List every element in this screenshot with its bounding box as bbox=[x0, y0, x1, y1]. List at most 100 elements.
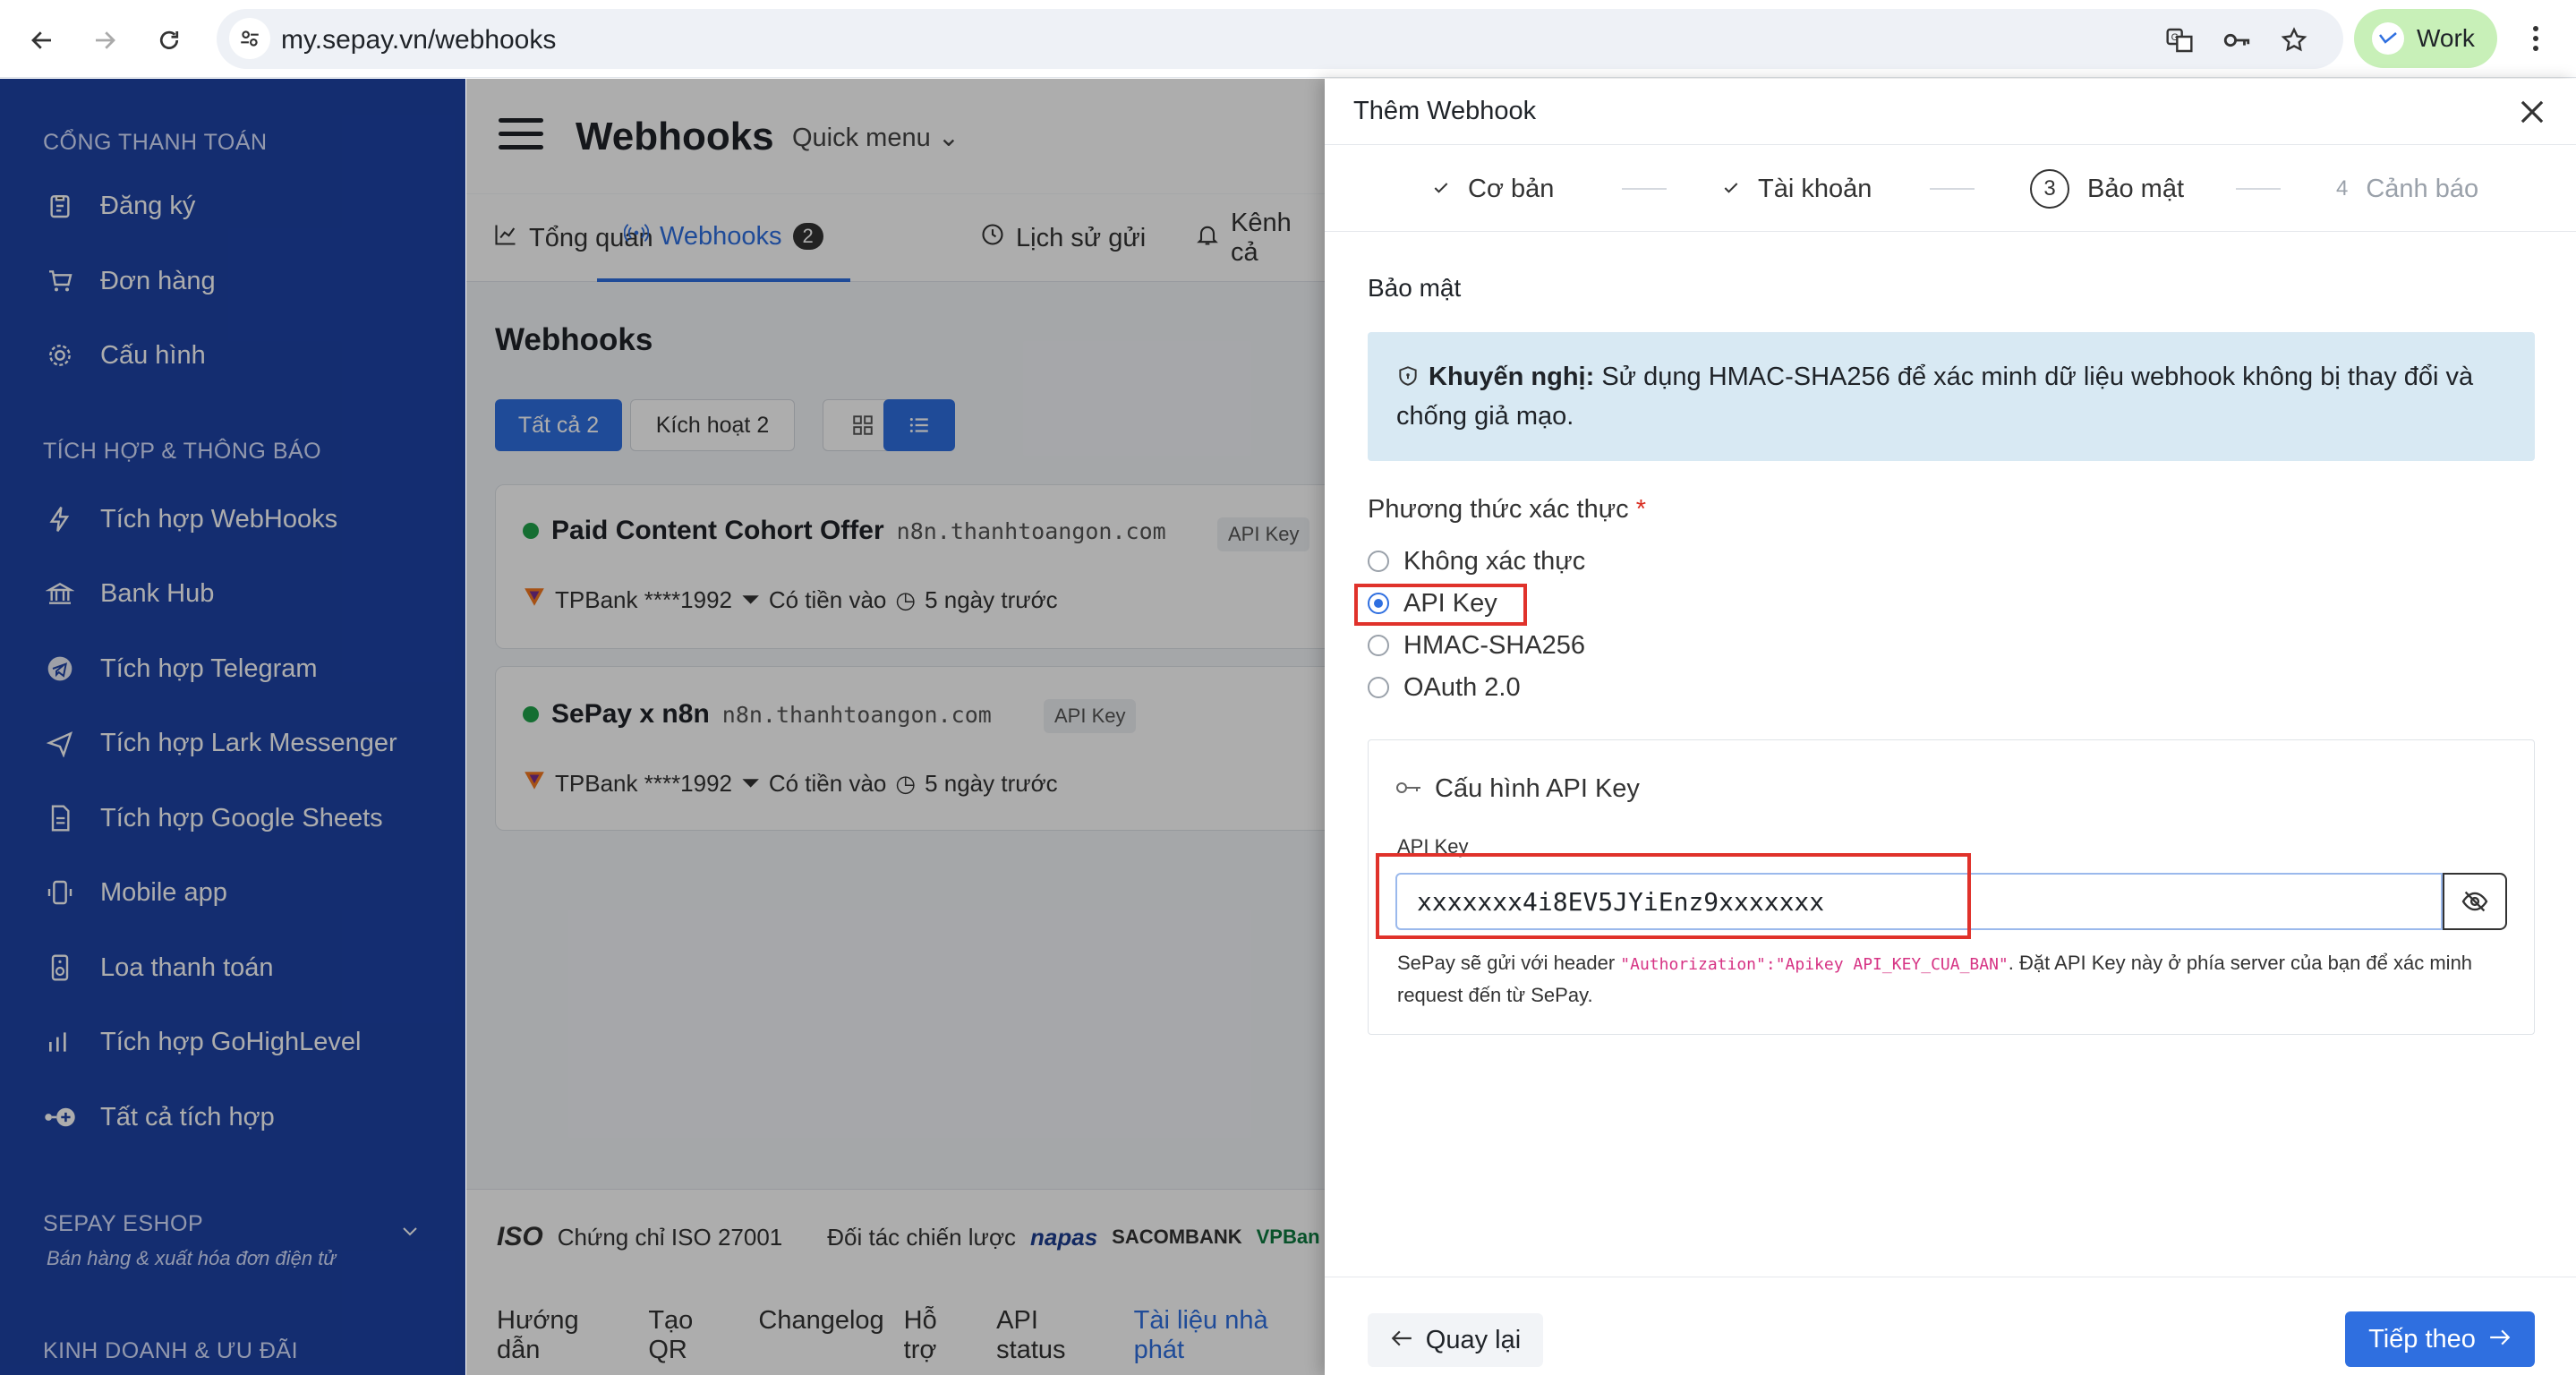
filter-active-button[interactable]: Kích hoạt 2 bbox=[630, 399, 795, 451]
forward-arrow-icon[interactable] bbox=[82, 18, 127, 63]
auth-chip: API Key bbox=[1044, 699, 1137, 733]
bell-icon bbox=[1195, 222, 1220, 254]
radio-oauth[interactable]: OAuth 2.0 bbox=[1368, 670, 1521, 705]
page-title: Webhooks bbox=[576, 115, 774, 158]
event-type: Có tiền vào bbox=[768, 769, 887, 797]
step-label: Cảnh báo bbox=[2366, 174, 2479, 203]
tabs: Tổng quan Webhooks 2 Lịch sử gửi Kênh cả bbox=[466, 194, 1325, 282]
list-view-icon[interactable] bbox=[883, 399, 955, 451]
radio-button[interactable] bbox=[1368, 677, 1389, 698]
api-key-help-text: SePay sẽ gửi với header "Authorization":… bbox=[1397, 948, 2507, 1011]
sidebar-item-lark[interactable]: Tích hợp Lark Messenger bbox=[43, 721, 397, 765]
tab-webhooks[interactable]: Webhooks 2 bbox=[597, 194, 850, 282]
webhook-card[interactable]: Paid Content Cohort Offer n8n.thanhtoang… bbox=[495, 484, 1325, 649]
radio-label: OAuth 2.0 bbox=[1403, 672, 1521, 702]
config-title: Cấu hình API Key bbox=[1395, 774, 1640, 804]
quick-menu-label: Quick menu bbox=[792, 124, 931, 152]
sidebar-item-telegram[interactable]: Tích hợp Telegram bbox=[43, 646, 318, 691]
help-code: "Authorization":"Apikey API_KEY_CUA_BAN" bbox=[1620, 955, 2009, 974]
help-prefix: SePay sẽ gửi với header bbox=[1397, 952, 1621, 974]
footer-link[interactable]: Tạo QR bbox=[648, 1306, 738, 1365]
footer-certificates: ISO Chứng chỉ ISO 27001 Đối tác chiến lư… bbox=[497, 1222, 1320, 1252]
cart-icon bbox=[43, 264, 77, 298]
footer-link[interactable]: Changelog bbox=[758, 1306, 883, 1365]
site-info-icon[interactable] bbox=[229, 18, 270, 59]
profile-button[interactable]: Work bbox=[2354, 9, 2497, 68]
footer-link[interactable]: Hướng dẫn bbox=[497, 1306, 628, 1365]
sidebar-item-mobile-app[interactable]: Mobile app bbox=[43, 870, 227, 915]
sidebar-section-business: KINH DOANH & ƯU ĐÃI bbox=[43, 1338, 299, 1363]
radio-hmac[interactable]: HMAC-SHA256 bbox=[1368, 628, 1585, 663]
sidebar: CỔNG THANH TOÁN Đăng ký Đơn hàng Cấu hìn… bbox=[0, 79, 465, 1375]
add-webhook-panel: Thêm Webhook Cơ bản Tài khoản 3 Bảo mật … bbox=[1325, 79, 2576, 1375]
sheet-icon bbox=[43, 801, 77, 835]
back-label: Quay lại bbox=[1425, 1325, 1522, 1354]
step-divider bbox=[1930, 188, 1975, 190]
step-label: Cơ bản bbox=[1468, 174, 1555, 203]
webhook-host: n8n.thanhtoangon.com bbox=[896, 517, 1166, 544]
line-chart-icon bbox=[493, 222, 518, 254]
step-basic[interactable]: Cơ bản bbox=[1432, 146, 1554, 232]
clock-icon bbox=[980, 222, 1005, 254]
filter-icon: ⏷ bbox=[741, 769, 760, 796]
chevron-down-icon[interactable] bbox=[399, 1225, 421, 1243]
browser-chrome: my.sepay.vn/webhooks G Work bbox=[0, 0, 2576, 78]
sidebar-item-gohighlevel[interactable]: Tích hợp GoHighLevel bbox=[43, 1020, 361, 1064]
status-dot bbox=[523, 523, 539, 539]
webhook-meta: TPBank ****1992 ⏷ Có tiền vào ◷ 5 ngày t… bbox=[523, 769, 1058, 798]
step-alerts[interactable]: 4 Cảnh báo bbox=[2336, 146, 2478, 232]
filter-all-button[interactable]: Tất cả 2 bbox=[495, 399, 622, 451]
step-number: 4 bbox=[2336, 176, 2349, 201]
send-icon bbox=[43, 726, 77, 760]
radio-button[interactable] bbox=[1368, 551, 1389, 572]
sidebar-item-all-integrations[interactable]: Tất cả tích hợp bbox=[43, 1095, 275, 1140]
clock-icon: ◷ bbox=[895, 769, 917, 797]
sidebar-section-payment: CỔNG THANH TOÁN bbox=[43, 130, 268, 155]
hamburger-menu-icon[interactable] bbox=[499, 118, 543, 154]
sidebar-item-label: Tất cả tích hợp bbox=[100, 1102, 275, 1132]
sidebar-item-webhooks[interactable]: Tích hợp WebHooks bbox=[43, 497, 337, 542]
webhook-title: Paid Content Cohort Offer n8n.thanhtoang… bbox=[523, 516, 1166, 546]
radio-no-auth[interactable]: Không xác thực bbox=[1368, 543, 1585, 579]
footer-link[interactable]: API status bbox=[996, 1306, 1114, 1365]
radio-button[interactable] bbox=[1368, 635, 1389, 656]
highlight-box-api-key-option bbox=[1354, 584, 1527, 626]
reload-icon[interactable] bbox=[147, 18, 192, 63]
sidebar-item-config[interactable]: Cấu hình bbox=[43, 333, 206, 378]
step-security[interactable]: 3 Bảo mật bbox=[2030, 146, 2184, 232]
password-key-icon[interactable] bbox=[2222, 25, 2252, 56]
sidebar-item-orders[interactable]: Đơn hàng bbox=[43, 259, 216, 303]
webhook-name: Paid Content Cohort Offer bbox=[551, 516, 884, 545]
bookmark-star-icon[interactable] bbox=[2279, 25, 2309, 56]
step-account[interactable]: Tài khoản bbox=[1722, 146, 1872, 232]
stepper: Cơ bản Tài khoản 3 Bảo mật 4 Cảnh báo bbox=[1325, 146, 2576, 232]
arrow-left-icon bbox=[1390, 1326, 1413, 1355]
sidebar-item-label: Bank Hub bbox=[100, 578, 215, 608]
toggle-visibility-eye-off-icon[interactable] bbox=[2443, 873, 2507, 930]
address-bar[interactable]: my.sepay.vn/webhooks G bbox=[217, 9, 2343, 69]
sidebar-item-label: Đăng ký bbox=[100, 191, 196, 220]
next-button[interactable]: Tiếp theo bbox=[2345, 1311, 2535, 1367]
sidebar-item-register[interactable]: Đăng ký bbox=[43, 184, 195, 228]
footer-link[interactable]: Tài liệu nhà phát bbox=[1134, 1306, 1325, 1365]
tab-send-history[interactable]: Lịch sử gửi bbox=[980, 194, 1146, 282]
translate-icon[interactable]: G bbox=[2164, 25, 2195, 56]
back-arrow-icon[interactable] bbox=[20, 18, 64, 63]
sidebar-item-bank-hub[interactable]: Bank Hub bbox=[43, 571, 214, 616]
sidebar-item-speaker[interactable]: Loa thanh toán bbox=[43, 945, 274, 990]
tab-channels[interactable]: Kênh cả bbox=[1195, 194, 1325, 282]
footer-link[interactable]: Hỗ trợ bbox=[904, 1306, 977, 1365]
browser-menu-icon[interactable] bbox=[2522, 18, 2549, 59]
webhook-card[interactable]: SePay x n8n n8n.thanhtoangon.com API Key… bbox=[495, 666, 1325, 831]
webhook-name: SePay x n8n bbox=[551, 699, 710, 729]
sidebar-item-label: Mobile app bbox=[100, 877, 227, 907]
back-button[interactable]: Quay lại bbox=[1368, 1313, 1543, 1367]
step-label: Bảo mật bbox=[2087, 174, 2184, 203]
quick-menu[interactable]: Quick menu ⌄ bbox=[792, 122, 960, 153]
radio-label: HMAC-SHA256 bbox=[1403, 630, 1586, 660]
sidebar-item-google-sheets[interactable]: Tích hợp Google Sheets bbox=[43, 796, 383, 841]
chart-icon bbox=[43, 1025, 77, 1059]
close-icon[interactable] bbox=[2515, 95, 2549, 129]
broadcast-icon bbox=[623, 220, 650, 252]
sidebar-section-eshop[interactable]: SEPAY ESHOP bbox=[43, 1211, 203, 1237]
